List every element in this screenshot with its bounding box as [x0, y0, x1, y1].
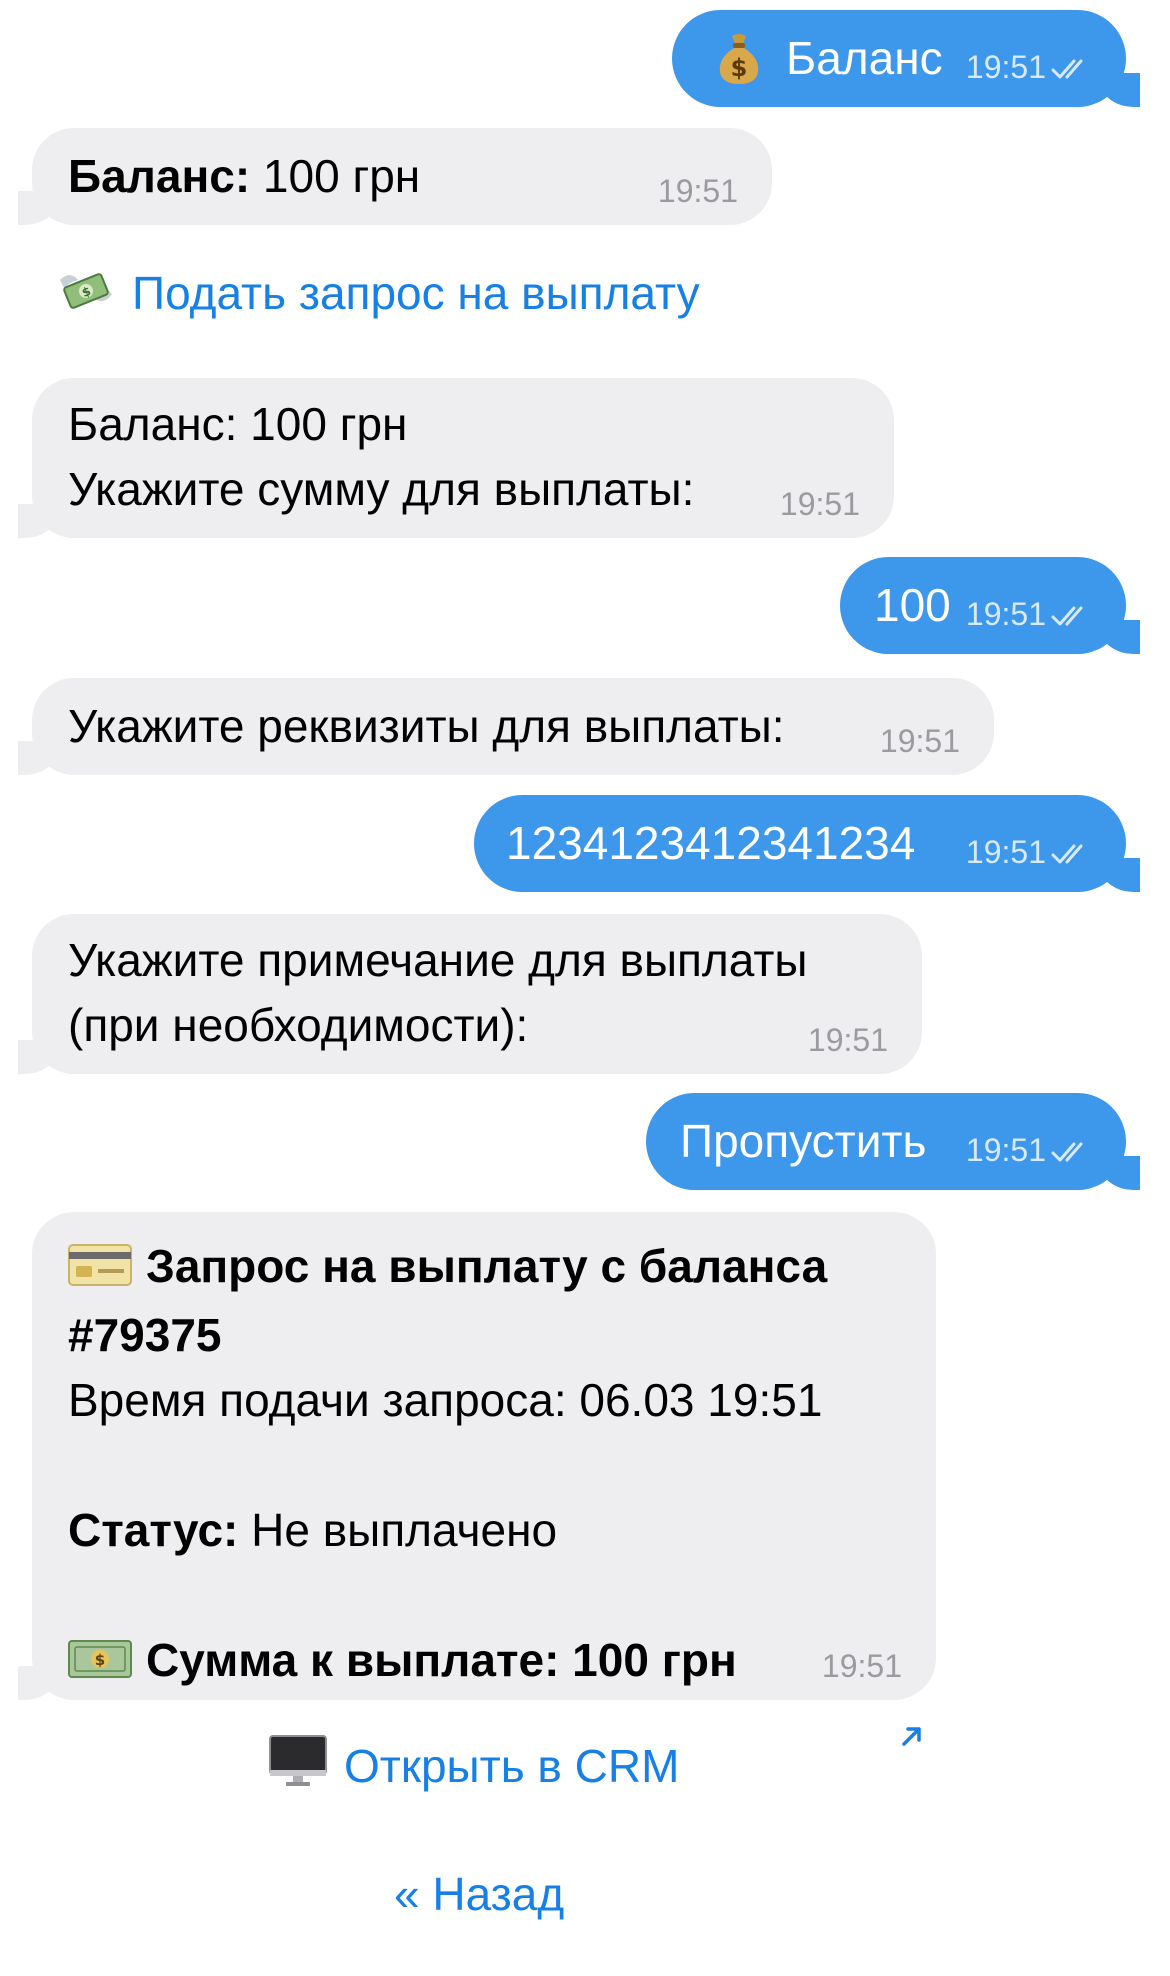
open-crm-button[interactable]: Открыть в CRM	[268, 1734, 679, 1800]
outgoing-message-amount: 100 19:51	[840, 557, 1140, 654]
outgoing-message-skip: Пропустить 19:51	[646, 1093, 1140, 1190]
read-checkmarks-icon	[1050, 1138, 1094, 1170]
message-time: 19:51	[966, 1134, 1094, 1170]
message-time: 19:51	[966, 598, 1094, 634]
message-text: Запрос на выплату с баланса #79375 Время…	[68, 1234, 827, 1697]
message-text: 100	[874, 579, 951, 631]
dollar-banknote-icon: $	[68, 1632, 132, 1697]
message-time: 19:51	[779, 486, 860, 522]
message-time: 19:51	[657, 173, 738, 209]
outgoing-message-requisites: 1234123412341234 19:51	[474, 795, 1140, 892]
external-link-arrow-icon	[898, 1722, 926, 1755]
message-time: 19:51	[821, 1648, 902, 1684]
incoming-message-balance: Баланс: 100 грн 19:51	[18, 128, 772, 225]
message-time: 19:51	[807, 1022, 888, 1058]
svg-text:$: $	[731, 54, 748, 82]
message-time: 19:51	[879, 723, 960, 759]
money-with-wings-icon: $	[56, 266, 116, 328]
incoming-message-amount-prompt: Баланс: 100 грн Укажите сумму для выплат…	[18, 378, 894, 538]
message-text: Укажите реквизиты для выплаты:	[68, 700, 785, 752]
credit-card-icon	[68, 1238, 132, 1303]
money-bag-icon: $	[714, 32, 764, 103]
message-time: 19:51	[966, 836, 1094, 872]
read-checkmarks-icon	[1050, 602, 1094, 634]
message-text: Пропустить	[680, 1115, 927, 1167]
incoming-message-note-prompt: Укажите примечание для выплаты (при необ…	[18, 914, 922, 1074]
desktop-computer-icon	[268, 1734, 328, 1800]
button-label: Подать запрос на выплату	[132, 267, 700, 319]
outgoing-message-balance: $ Баланс 19:51	[672, 10, 1140, 107]
message-text: Укажите примечание для выплаты (при необ…	[68, 934, 808, 1051]
button-label: Открыть в CRM	[344, 1740, 680, 1792]
message-text: Баланс: 100 грн Укажите сумму для выплат…	[68, 398, 695, 515]
read-checkmarks-icon	[1050, 840, 1094, 872]
incoming-message-payout-request: Запрос на выплату с баланса #79375 Время…	[18, 1212, 936, 1700]
read-checkmarks-icon	[1050, 55, 1094, 87]
incoming-message-requisites-prompt: Укажите реквизиты для выплаты: 19:51	[18, 678, 994, 775]
message-time: 19:51	[966, 51, 1094, 87]
message-text: Баланс	[786, 32, 943, 84]
message-text: Баланс: 100 грн	[68, 150, 421, 202]
back-button[interactable]: « Назад	[394, 1866, 564, 1922]
svg-text:$: $	[95, 1651, 105, 1669]
payout-request-button[interactable]: $ Подать запрос на выплату	[56, 265, 700, 328]
message-text: 1234123412341234	[506, 817, 916, 869]
